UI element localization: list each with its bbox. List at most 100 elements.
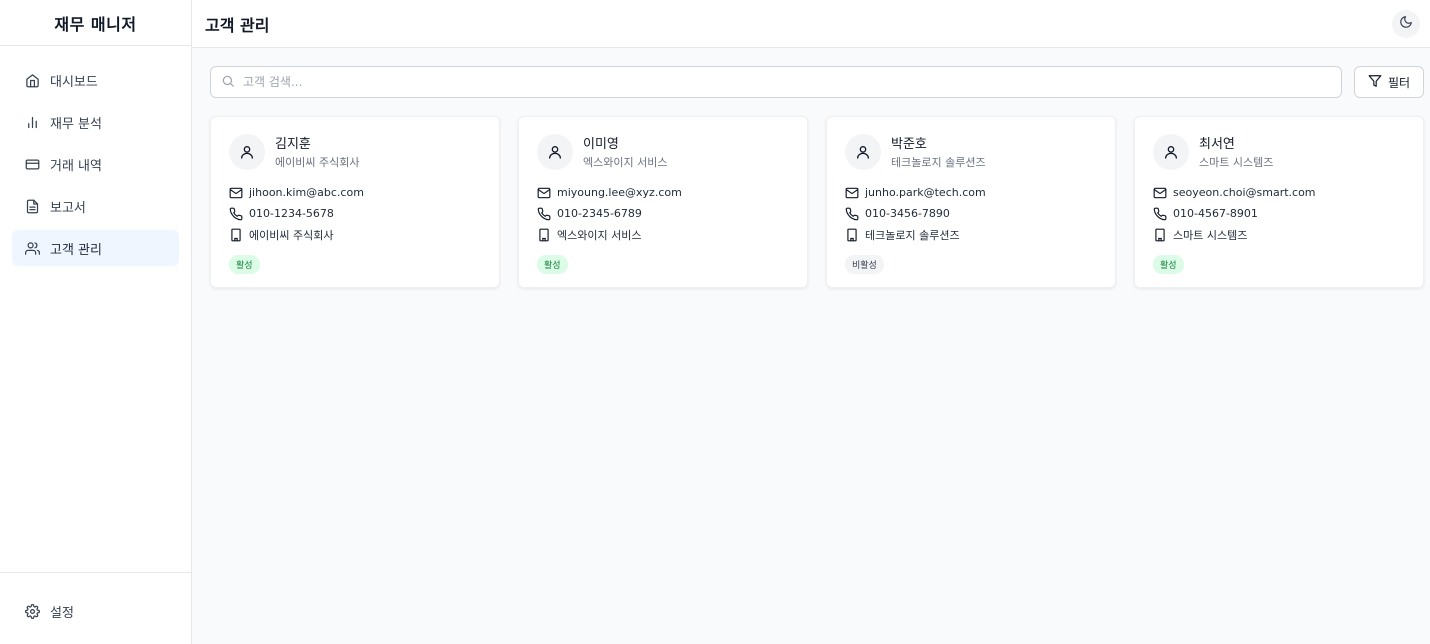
customer-company: 에이비씨 주식회사 bbox=[275, 156, 360, 169]
status-badge: 비활성 bbox=[845, 255, 884, 274]
status-badge: 활성 bbox=[1153, 255, 1184, 274]
phone-icon bbox=[845, 207, 859, 221]
user-icon bbox=[549, 145, 561, 159]
building-icon bbox=[537, 228, 551, 242]
card-header: 김지훈 에이비씨 주식회사 bbox=[229, 133, 481, 170]
sidebar-item-dashboard[interactable]: 대시보드 bbox=[12, 62, 179, 98]
customer-info: jihoon.kim@abc.com 010-1234-5678 에이비씨 주식… bbox=[229, 182, 481, 245]
gear-icon bbox=[24, 603, 40, 619]
email-row: miyoung.lee@xyz.com bbox=[537, 182, 789, 203]
avatar bbox=[1153, 133, 1189, 170]
sidebar: 재무 매니저 대시보드 재무 분석 거래 내역 보고서 고객 관리 설정 bbox=[0, 0, 192, 644]
card-header: 박준호 테크놀로지 솔루션즈 bbox=[845, 133, 1097, 170]
card-header: 이미영 엑스와이지 서비스 bbox=[537, 133, 789, 170]
sidebar-item-label: 재무 분석 bbox=[50, 116, 102, 132]
company-row: 엑스와이지 서비스 bbox=[537, 224, 789, 245]
customer-company-info: 테크놀로지 솔루션즈 bbox=[865, 228, 960, 242]
avatar bbox=[229, 133, 265, 170]
top-bar: 고객 관리 bbox=[192, 0, 1430, 48]
filter-label: 필터 bbox=[1387, 75, 1411, 90]
sidebar-item-transactions[interactable]: 거래 내역 bbox=[12, 146, 179, 182]
customer-company-info: 엑스와이지 서비스 bbox=[557, 228, 642, 242]
customer-company-info: 스마트 시스템즈 bbox=[1173, 228, 1248, 242]
building-icon bbox=[1153, 228, 1167, 242]
customer-name: 박준호 bbox=[891, 137, 927, 152]
customer-card[interactable]: 이미영 엑스와이지 서비스 miyoung.lee@xyz.com 010-23… bbox=[518, 116, 808, 288]
search-box bbox=[210, 66, 1342, 98]
user-icon bbox=[241, 145, 253, 159]
customer-company: 테크놀로지 솔루션즈 bbox=[891, 156, 986, 169]
theme-toggle-button[interactable] bbox=[1392, 9, 1420, 38]
content: 필터 김지훈 에이비씨 주식회사 bbox=[192, 48, 1430, 288]
phone-icon bbox=[1153, 207, 1167, 221]
customer-card[interactable]: 최서연 스마트 시스템즈 seoyeon.choi@smart.com 010-… bbox=[1134, 116, 1424, 288]
company-row: 테크놀로지 솔루션즈 bbox=[845, 224, 1097, 245]
email-row: seoyeon.choi@smart.com bbox=[1153, 182, 1405, 203]
customer-phone: 010-1234-5678 bbox=[249, 207, 334, 220]
customer-email: seoyeon.choi@smart.com bbox=[1173, 186, 1316, 199]
sidebar-item-label: 대시보드 bbox=[50, 74, 98, 90]
page-title: 고객 관리 bbox=[205, 15, 270, 35]
phone-row: 010-3456-7890 bbox=[845, 203, 1097, 224]
customer-info: miyoung.lee@xyz.com 010-2345-6789 엑스와이지 … bbox=[537, 182, 789, 245]
customer-company: 스마트 시스템즈 bbox=[1199, 156, 1274, 169]
user-icon bbox=[857, 145, 869, 159]
building-icon bbox=[229, 228, 243, 242]
sidebar-item-label: 고객 관리 bbox=[50, 242, 102, 258]
sidebar-item-settings[interactable]: 설정 bbox=[12, 593, 179, 629]
sidebar-item-customers[interactable]: 고객 관리 bbox=[12, 230, 179, 266]
sidebar-item-label: 설정 bbox=[50, 605, 74, 621]
main-area: 고객 관리 필터 bbox=[192, 0, 1430, 644]
mail-icon bbox=[845, 186, 859, 200]
email-row: junho.park@tech.com bbox=[845, 182, 1097, 203]
sidebar-item-analysis[interactable]: 재무 분석 bbox=[12, 104, 179, 140]
customer-email: miyoung.lee@xyz.com bbox=[557, 186, 682, 199]
status-badge: 활성 bbox=[229, 255, 260, 274]
customer-info: seoyeon.choi@smart.com 010-4567-8901 스마트… bbox=[1153, 182, 1405, 245]
customer-card[interactable]: 김지훈 에이비씨 주식회사 jihoon.kim@abc.com 010-123… bbox=[210, 116, 500, 288]
customer-email: jihoon.kim@abc.com bbox=[249, 186, 364, 199]
moon-icon bbox=[1399, 14, 1413, 33]
sidebar-header: 재무 매니저 bbox=[0, 0, 191, 46]
customer-name: 김지훈 bbox=[275, 137, 311, 152]
company-row: 스마트 시스템즈 bbox=[1153, 224, 1405, 245]
avatar bbox=[537, 133, 573, 170]
app-root: 재무 매니저 대시보드 재무 분석 거래 내역 보고서 고객 관리 설정 고객 … bbox=[0, 0, 1430, 644]
customer-email: junho.park@tech.com bbox=[865, 186, 986, 199]
filter-button[interactable]: 필터 bbox=[1354, 66, 1424, 98]
search-icon bbox=[221, 73, 235, 92]
phone-icon bbox=[537, 207, 551, 221]
customer-card-list: 김지훈 에이비씨 주식회사 jihoon.kim@abc.com 010-123… bbox=[210, 116, 1424, 288]
mail-icon bbox=[229, 186, 243, 200]
customer-card[interactable]: 박준호 테크놀로지 솔루션즈 junho.park@tech.com 010-3… bbox=[826, 116, 1116, 288]
phone-row: 010-2345-6789 bbox=[537, 203, 789, 224]
customer-phone: 010-4567-8901 bbox=[1173, 207, 1258, 220]
phone-row: 010-4567-8901 bbox=[1153, 203, 1405, 224]
search-input[interactable] bbox=[243, 75, 1331, 89]
card-header: 최서연 스마트 시스템즈 bbox=[1153, 133, 1405, 170]
credit-card-icon bbox=[24, 156, 40, 172]
customer-phone: 010-3456-7890 bbox=[865, 207, 950, 220]
customer-company-info: 에이비씨 주식회사 bbox=[249, 228, 334, 242]
sidebar-footer: 설정 bbox=[0, 572, 191, 644]
app-title: 재무 매니저 bbox=[54, 14, 137, 34]
building-icon bbox=[845, 228, 859, 242]
customer-info: junho.park@tech.com 010-3456-7890 테크놀로지 … bbox=[845, 182, 1097, 245]
sidebar-item-reports[interactable]: 보고서 bbox=[12, 188, 179, 224]
customer-name: 이미영 bbox=[583, 137, 619, 152]
sidebar-item-label: 보고서 bbox=[50, 200, 86, 216]
avatar bbox=[845, 133, 881, 170]
sidebar-nav: 대시보드 재무 분석 거래 내역 보고서 고객 관리 bbox=[0, 46, 191, 288]
mail-icon bbox=[1153, 186, 1167, 200]
file-text-icon bbox=[24, 198, 40, 214]
filter-icon bbox=[1368, 74, 1382, 91]
phone-row: 010-1234-5678 bbox=[229, 203, 481, 224]
user-icon bbox=[1165, 145, 1177, 159]
status-badge: 활성 bbox=[537, 255, 568, 274]
company-row: 에이비씨 주식회사 bbox=[229, 224, 481, 245]
bar-chart-icon bbox=[24, 114, 40, 130]
customer-phone: 010-2345-6789 bbox=[557, 207, 642, 220]
customer-name: 최서연 bbox=[1199, 137, 1235, 152]
users-icon bbox=[24, 240, 40, 256]
search-row: 필터 bbox=[210, 66, 1424, 98]
